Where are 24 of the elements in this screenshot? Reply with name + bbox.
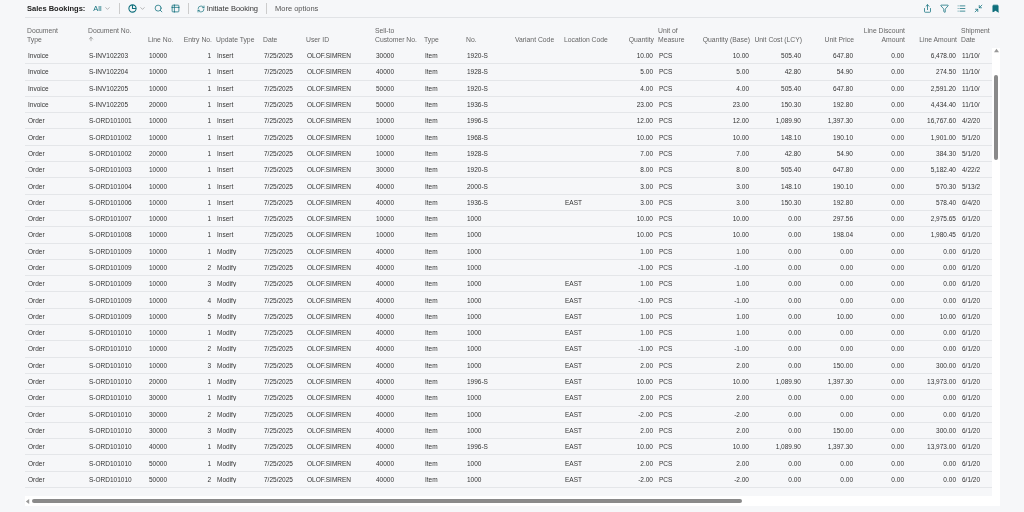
search-button[interactable] bbox=[153, 4, 163, 13]
view-menu-button[interactable] bbox=[127, 4, 146, 13]
list-icon bbox=[957, 4, 966, 13]
filter-icon bbox=[940, 4, 949, 13]
collapse-button[interactable] bbox=[974, 4, 983, 13]
sort-arrow-icon bbox=[88, 35, 94, 42]
chart-icon bbox=[127, 4, 137, 13]
table-icon bbox=[170, 4, 180, 13]
scroll-up-icon[interactable] bbox=[993, 48, 999, 53]
edit-list-button[interactable] bbox=[170, 4, 180, 13]
chevron-icon bbox=[103, 5, 111, 12]
filter-button[interactable] bbox=[940, 4, 949, 13]
share-button[interactable] bbox=[923, 4, 932, 13]
list-view-button[interactable] bbox=[957, 4, 966, 13]
chevron-icon bbox=[138, 5, 146, 12]
vertical-scrollbar[interactable] bbox=[992, 48, 1000, 496]
search-icon bbox=[153, 4, 163, 13]
horizontal-scrollbar[interactable] bbox=[25, 496, 1000, 506]
share-icon bbox=[923, 4, 932, 13]
bookmark-button[interactable] bbox=[991, 4, 1000, 13]
bookmark-icon bbox=[991, 4, 1000, 13]
collapse-icon bbox=[974, 4, 983, 13]
refresh-icon bbox=[196, 4, 205, 13]
scroll-left-icon[interactable] bbox=[25, 498, 30, 504]
